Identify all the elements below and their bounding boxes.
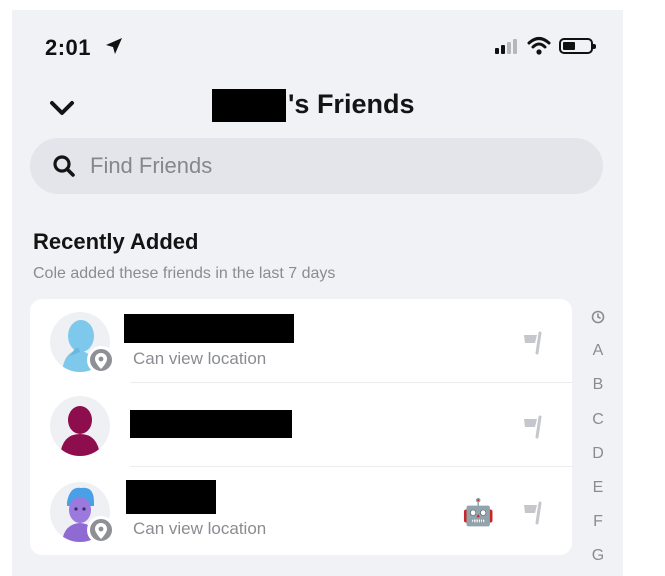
search-icon bbox=[53, 155, 75, 177]
location-pin-icon bbox=[87, 516, 115, 544]
phone-screen: 2:01 's Friends Recently Added Cole adde… bbox=[12, 10, 623, 576]
section-title: Recently Added bbox=[33, 229, 199, 254]
redacted-name bbox=[126, 480, 216, 514]
redacted-name bbox=[130, 410, 292, 438]
location-pin-icon bbox=[87, 346, 115, 374]
index-letter[interactable]: G bbox=[590, 539, 606, 573]
search-bar[interactable] bbox=[30, 138, 603, 194]
friend-row[interactable] bbox=[30, 383, 572, 467]
redacted-name bbox=[212, 89, 286, 122]
clock-icon[interactable] bbox=[590, 300, 606, 334]
friend-list: Can view location Can view location 🤖 bbox=[30, 299, 572, 555]
chevron-down-icon[interactable] bbox=[48, 98, 76, 118]
index-letter[interactable]: D bbox=[590, 437, 606, 471]
index-letter[interactable]: F bbox=[590, 505, 606, 539]
wifi-icon bbox=[527, 37, 551, 55]
alphabet-index[interactable]: A B C D E F G bbox=[590, 300, 606, 574]
index-letter[interactable]: C bbox=[590, 403, 606, 437]
section-subtitle: Cole added these friends in the last 7 d… bbox=[33, 265, 336, 282]
index-letter[interactable]: B bbox=[590, 368, 606, 402]
friend-row[interactable]: Can view location 🤖 bbox=[30, 469, 572, 553]
flag-icon[interactable] bbox=[520, 499, 546, 525]
avatar[interactable] bbox=[50, 396, 110, 456]
page-title: 's Friends bbox=[288, 89, 415, 119]
flag-icon[interactable] bbox=[520, 413, 546, 439]
flag-icon[interactable] bbox=[520, 329, 546, 355]
status-time: 2:01 bbox=[45, 35, 92, 60]
friend-status: Can view location bbox=[133, 519, 267, 538]
battery-icon bbox=[559, 38, 596, 54]
index-letter[interactable]: A bbox=[590, 334, 606, 368]
location-arrow-icon bbox=[106, 38, 122, 54]
friend-row[interactable]: Can view location bbox=[30, 299, 572, 383]
index-letter[interactable]: E bbox=[590, 471, 606, 505]
friend-status: Can view location bbox=[133, 349, 267, 368]
redacted-name bbox=[124, 314, 294, 343]
search-input[interactable] bbox=[90, 138, 570, 194]
cellular-signal-icon bbox=[495, 38, 517, 54]
robot-badge-icon: 🤖 bbox=[462, 497, 495, 527]
